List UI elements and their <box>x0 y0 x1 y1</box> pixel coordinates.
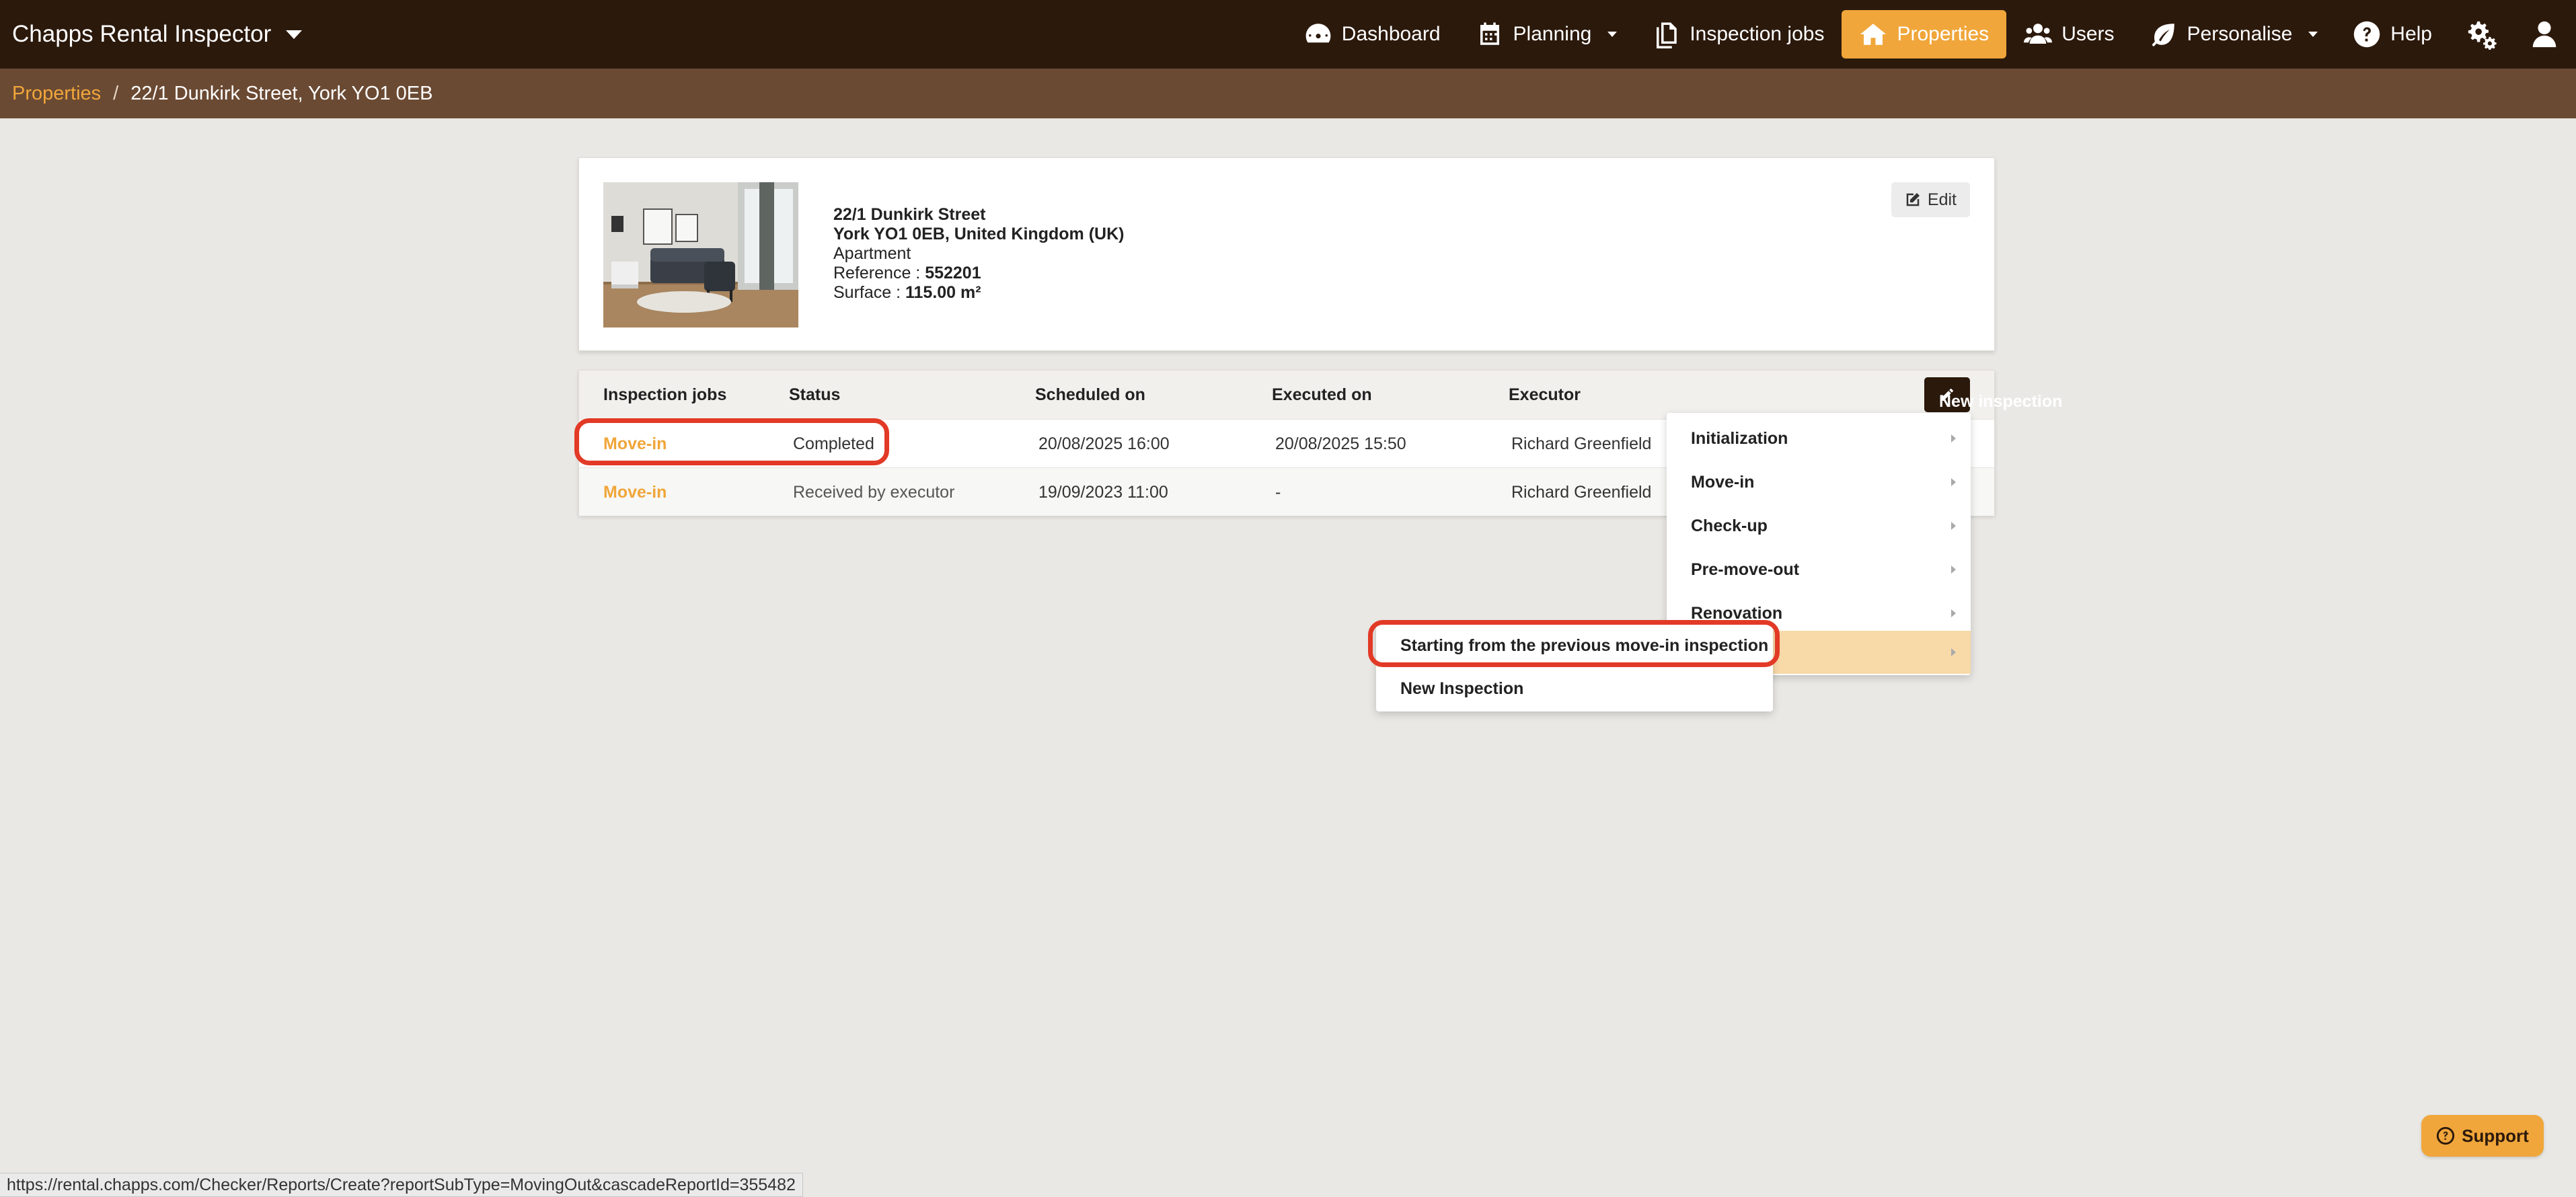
property-card: 22/1 Dunkirk Street York YO1 0EB, United… <box>578 157 1995 351</box>
job-type-link[interactable]: Move-in <box>603 434 667 454</box>
submenu-item-from-previous[interactable]: Starting from the previous move-in inspe… <box>1376 624 1773 667</box>
menu-item-label: Check-up <box>1691 516 1768 535</box>
header-inspection-jobs: Inspection jobs <box>603 385 727 404</box>
job-executor: Richard Greenfield <box>1511 483 1652 502</box>
help-icon <box>2354 21 2380 48</box>
nav-dashboard-label: Dashboard <box>1341 23 1441 45</box>
dashboard-icon <box>1305 24 1331 43</box>
status-bar-url: https://rental.chapps.com/Checker/Report… <box>0 1173 803 1197</box>
chevron-right-icon <box>1951 609 1956 617</box>
app-title: Chapps Rental Inspector <box>12 21 272 47</box>
menu-item-label: Pre-move-out <box>1691 559 1800 579</box>
property-street: 22/1 Dunkirk Street <box>833 205 986 224</box>
edit-icon <box>1906 193 1920 206</box>
property-details: 22/1 Dunkirk Street York YO1 0EB, United… <box>833 205 1124 303</box>
property-reference-label: Reference : <box>833 264 925 282</box>
property-reference-row: Reference : 552201 <box>833 264 1124 283</box>
breadcrumb: Properties / 22/1 Dunkirk Street, York Y… <box>0 69 2576 118</box>
new-inspection-button[interactable]: New inspection <box>1924 377 2062 412</box>
breadcrumb-separator: / <box>113 82 119 104</box>
nav-properties-label: Properties <box>1897 23 1990 45</box>
chevron-right-icon <box>1951 566 1956 574</box>
header-executor: Executor <box>1509 385 1581 404</box>
support-button[interactable]: Support <box>2421 1115 2544 1157</box>
help-circle-icon <box>2437 1126 2455 1145</box>
move-out-submenu: Starting from the previous move-in inspe… <box>1376 623 1773 711</box>
nav-account[interactable] <box>2513 10 2576 59</box>
nav-planning[interactable]: Planning <box>1458 10 1635 59</box>
menu-item-label: Move-in <box>1691 472 1755 492</box>
job-executed: - <box>1275 483 1281 502</box>
menu-item-check-up[interactable]: Check-up <box>1667 504 1971 547</box>
property-city: York YO1 0EB, United Kingdom (UK) <box>833 225 1125 243</box>
property-type: Apartment <box>833 244 911 263</box>
nav-properties[interactable]: Properties <box>1842 10 2007 59</box>
home-icon <box>1860 24 1887 45</box>
header-scheduled-on: Scheduled on <box>1035 385 1145 404</box>
nav-personalise-label: Personalise <box>2187 23 2293 45</box>
menu-item-label: Renovation <box>1691 603 1783 623</box>
new-inspection-label: New inspection <box>1939 392 2063 411</box>
nav-menu: Dashboard Planning Inspection jobs Prope… <box>1287 0 2576 69</box>
nav-help[interactable]: Help <box>2335 10 2450 59</box>
job-status: Received by executor <box>793 483 955 502</box>
chevron-right-icon <box>1951 478 1956 486</box>
menu-item-move-in[interactable]: Move-in <box>1667 461 1971 504</box>
nav-settings[interactable] <box>2450 10 2513 59</box>
documents-icon <box>1657 22 1677 48</box>
chevron-down-icon <box>2308 32 2318 37</box>
submenu-item-label: Starting from the previous move-in inspe… <box>1400 635 1769 655</box>
job-status: Completed <box>793 434 874 453</box>
property-photo[interactable] <box>603 182 798 327</box>
chevron-down-icon <box>1607 32 1618 37</box>
top-navbar: Chapps Rental Inspector Dashboard Planni… <box>0 0 2576 69</box>
breadcrumb-current: 22/1 Dunkirk Street, York YO1 0EB <box>130 82 433 104</box>
property-reference: 552201 <box>925 264 981 282</box>
chevron-right-icon <box>1951 648 1956 656</box>
nav-personalise[interactable]: Personalise <box>2132 10 2336 59</box>
property-surface-label: Surface : <box>833 283 905 302</box>
support-label: Support <box>2462 1125 2529 1146</box>
gears-icon <box>2468 21 2497 50</box>
living-room-image <box>603 182 798 327</box>
menu-item-initialization[interactable]: Initialization <box>1667 417 1971 460</box>
job-executor: Richard Greenfield <box>1511 434 1652 453</box>
breadcrumb-properties-link[interactable]: Properties <box>12 83 101 105</box>
submenu-item-new-inspection[interactable]: New Inspection <box>1376 667 1773 710</box>
users-icon <box>2024 24 2053 44</box>
nav-users[interactable]: Users <box>2006 10 2131 59</box>
chevron-right-icon <box>1951 434 1956 442</box>
nav-inspection-jobs-label: Inspection jobs <box>1690 23 1825 45</box>
job-type-link[interactable]: Move-in <box>603 483 667 502</box>
menu-item-pre-move-out[interactable]: Pre-move-out <box>1667 548 1971 591</box>
nav-dashboard[interactable]: Dashboard <box>1287 10 1458 59</box>
chevron-right-icon <box>1951 522 1956 530</box>
edit-label: Edit <box>1927 190 1957 209</box>
header-status: Status <box>789 385 841 404</box>
job-scheduled: 19/09/2023 11:00 <box>1038 483 1168 502</box>
chevron-down-icon <box>286 30 303 39</box>
job-scheduled: 20/08/2025 16:00 <box>1038 434 1170 453</box>
nav-help-label: Help <box>2390 23 2432 45</box>
property-surface: 115.00 m² <box>905 283 981 302</box>
header-executed-on: Executed on <box>1272 385 1372 404</box>
nav-users-label: Users <box>2061 23 2115 45</box>
nav-planning-label: Planning <box>1513 23 1592 45</box>
job-executed: 20/08/2025 15:50 <box>1275 434 1406 453</box>
calendar-icon <box>1480 22 1499 45</box>
nav-inspection-jobs[interactable]: Inspection jobs <box>1634 10 1842 59</box>
edit-property-button[interactable]: Edit <box>1891 182 1970 217</box>
submenu-item-label: New Inspection <box>1400 679 1524 698</box>
table-header: Inspection jobs Status Scheduled on Exec… <box>579 371 2062 419</box>
leaf-icon <box>2152 24 2174 47</box>
menu-item-label: Initialization <box>1691 428 1788 448</box>
property-surface-row: Surface : 115.00 m² <box>833 283 1124 303</box>
app-brand-menu[interactable]: Chapps Rental Inspector <box>12 0 303 69</box>
user-icon <box>2532 21 2556 48</box>
